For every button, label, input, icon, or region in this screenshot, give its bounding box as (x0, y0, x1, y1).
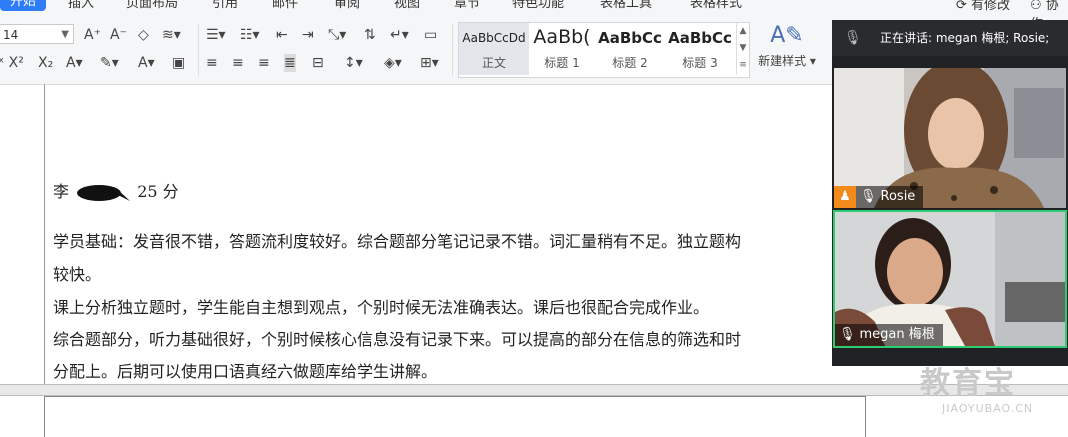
clear-format-icon[interactable]: ◇ (138, 26, 149, 44)
divider (452, 24, 453, 76)
decrease-font-icon[interactable]: A⁻ (110, 26, 127, 44)
increase-indent-icon[interactable]: ⇥ (302, 26, 314, 44)
font-color-icon[interactable]: A▾ (138, 54, 155, 72)
subscript-icon[interactable]: X₂ (38, 54, 53, 72)
styles-scroll[interactable]: ▲ ▼ ≡ (736, 23, 749, 75)
style-heading-2[interactable]: AaBbCc 标题 2 (595, 23, 665, 75)
menu-view[interactable]: 视图 (394, 0, 420, 11)
style-normal[interactable]: AaBbCcDd 正文 (459, 23, 529, 75)
microphone-icon: 🎙 (844, 30, 862, 46)
align-center-icon[interactable]: ≡ (232, 54, 244, 72)
student-heading: 李 25 分 (53, 178, 179, 204)
font-size-select[interactable]: 14 ▼ (0, 24, 74, 44)
justify-icon[interactable]: ≣ (284, 54, 296, 72)
show-marks-icon[interactable]: ↵▾ (390, 26, 409, 44)
styles-gallery: AaBbCcDd 正文 AaBb( 标题 1 AaBbCc 标题 2 AaBbC… (458, 22, 750, 78)
style-heading-3[interactable]: AaBbCc 标题 3 (665, 23, 735, 75)
sort-icon[interactable]: ⇅ (364, 26, 376, 44)
new-style-button[interactable]: A✎ 新建样式 ▾ (752, 24, 822, 69)
distribute-icon[interactable]: ⊟ (312, 54, 324, 72)
style-heading-1[interactable]: AaBb( 标题 1 (529, 23, 595, 75)
menu-page-layout[interactable]: 页面布局 (126, 0, 178, 11)
speaking-header: 🎙 正在讲话: megan 梅根; Rosie; (832, 20, 1068, 56)
participant-tile-rosie[interactable]: ♟ 🎙 Rosie (834, 68, 1066, 208)
paragraph-line: 综合题部分，听力基础很好，个别时候核心信息没有记录下来。可以提高的部分在信息的筛… (53, 330, 742, 349)
modified-icon: ⟳ (956, 0, 967, 13)
chevron-down-icon: ▼ (739, 43, 747, 53)
menu-chapter[interactable]: 章节 (454, 0, 480, 11)
bullet-list-icon[interactable]: ☰▾ (206, 26, 226, 44)
increase-font-icon[interactable]: A⁺ (84, 26, 101, 44)
person-icon: ⚇ (1030, 0, 1042, 13)
menu-insert[interactable]: 插入 (68, 0, 94, 11)
new-style-icon: A✎ (770, 23, 804, 48)
menu-home[interactable]: 开始 (0, 0, 47, 11)
chevron-up-icon: ▲ (739, 26, 747, 36)
microphone-icon: 🎙 (860, 189, 877, 204)
align-left-icon[interactable]: ≡ (206, 54, 218, 72)
microphone-icon: 🎙 (839, 327, 856, 342)
superscript-icon[interactable]: ˣ X² (0, 54, 24, 72)
divider (198, 24, 199, 76)
menu-table-style[interactable]: 表格样式 (690, 0, 742, 11)
host-icon: ♟ (834, 186, 856, 208)
borders-icon[interactable]: ⊞▾ (420, 54, 439, 72)
text-direction-icon[interactable]: ⤡▾ (328, 26, 346, 44)
table-icon[interactable]: ▭ (424, 26, 437, 44)
participant-tile-megan[interactable]: 🎙 megan 梅根 (833, 210, 1067, 348)
align-right-icon[interactable]: ≡ (258, 54, 270, 72)
highlight-icon[interactable]: ✎▾ (100, 54, 119, 72)
watermark: 教育宝 JIAOYUBAO.CN (920, 366, 1034, 415)
next-page (44, 396, 866, 437)
menu-mail[interactable]: 邮件 (272, 0, 298, 11)
menu-bar: 开始 插入 页面布局 引用 邮件 审阅 视图 章节 特色功能 表格工具 表格样式 (0, 0, 1068, 12)
line-spacing-icon[interactable]: ↕▾ (344, 54, 363, 72)
phonetic-guide-icon[interactable]: ≋▾ (162, 26, 181, 44)
menu-references[interactable]: 引用 (212, 0, 238, 11)
menu-special-features[interactable]: 特色功能 (512, 0, 564, 11)
paragraph-line: 较快。 (53, 265, 102, 284)
modified-indicator[interactable]: ⟳ 有修改 (956, 0, 1010, 13)
paragraph-line: 课上分析独立题时，学生能自主想到观点，个别时候无法准确表达。课后也很配合完成作业… (53, 298, 710, 317)
video-call-panel: 🎙 正在讲话: megan 梅根; Rosie; ♟ 🎙 Rosie 🎙 meg… (832, 20, 1068, 366)
chevron-down-icon: ▼ (61, 29, 69, 40)
participant-name-bar: ♟ 🎙 Rosie (834, 186, 924, 208)
menu-table-tools[interactable]: 表格工具 (600, 0, 652, 11)
text-effect-icon[interactable]: A▾ (66, 54, 83, 72)
paragraph-line: 分配上。后期可以使用口语真经六做题库给学生讲解。 (53, 362, 438, 381)
char-border-icon[interactable]: ▣ (172, 54, 185, 72)
redaction-mark (77, 184, 131, 201)
numbered-list-icon[interactable]: ☷▾ (240, 26, 260, 44)
participant-name-bar: 🎙 megan 梅根 (835, 324, 943, 346)
page-break (0, 384, 1068, 396)
expand-icon: ≡ (739, 60, 747, 70)
menu-review[interactable]: 审阅 (334, 0, 360, 11)
decrease-indent-icon[interactable]: ⇤ (276, 26, 288, 44)
paragraph-line: 学员基础：发音很不错，答题流利度较好。综合题部分笔记记录不错。词汇量稍有不足。独… (53, 232, 742, 251)
page-margin-line (44, 84, 45, 384)
shading-icon[interactable]: ◈▾ (384, 54, 402, 72)
